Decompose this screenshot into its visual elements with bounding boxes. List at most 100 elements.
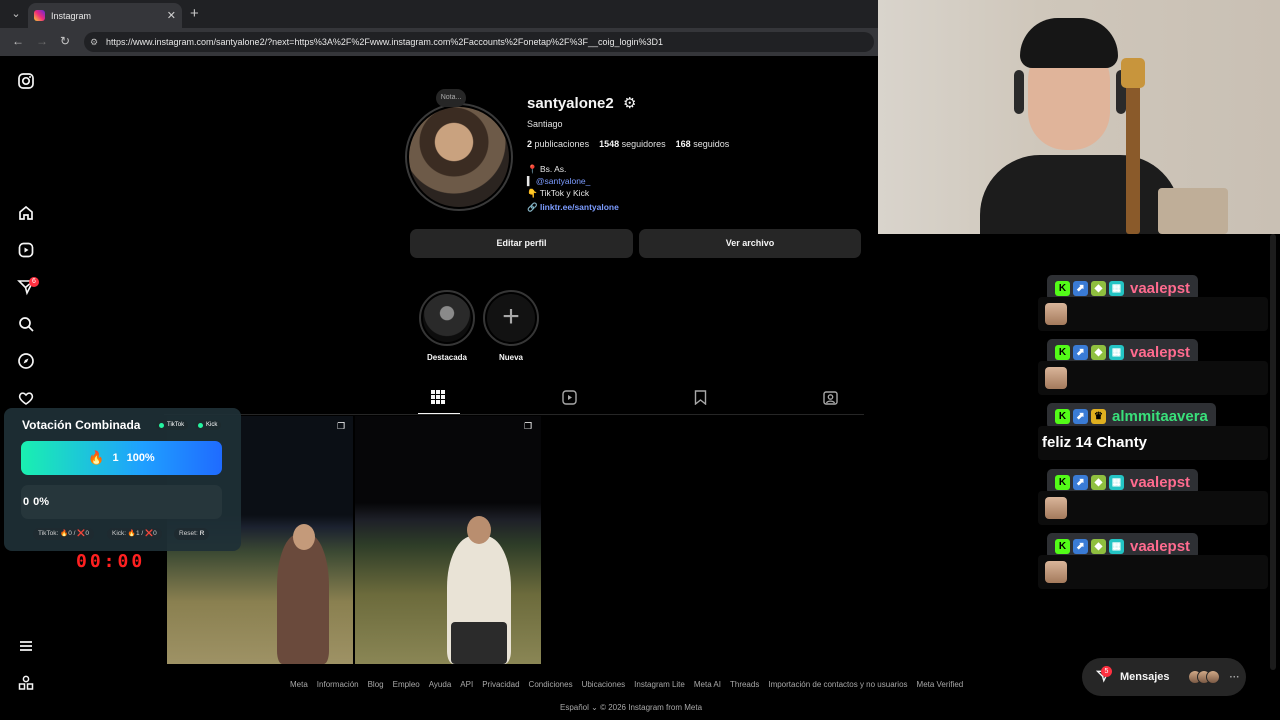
sub-badge-icon: ⬈ [1073,408,1088,424]
footer-link[interactable]: Información [317,680,359,689]
bio-line-platforms: 👇 TikTok y Kick [527,188,590,198]
followers-stat[interactable]: 1548 seguidores [599,139,666,149]
posts-grid-tab-icon[interactable] [431,390,445,408]
search-icon[interactable] [16,315,36,335]
kick-badge-icon: K [1055,538,1070,554]
footer-link[interactable]: Meta AI [694,680,721,689]
kick-badge-icon: K [1055,474,1070,490]
gift-badge-icon: ◆ [1091,280,1106,296]
post-person-head [467,516,491,544]
chat-username[interactable]: vaalepst [1130,280,1190,297]
footer-link[interactable]: Empleo [393,680,420,689]
footer-link[interactable]: Threads [730,680,759,689]
chat-message [1038,361,1268,395]
vote-no-percent: 0% [33,496,50,508]
footer-link[interactable]: Privacidad [482,680,519,689]
footer-link[interactable]: Condiciones [529,680,573,689]
view-archive-button[interactable]: Ver archivo [639,229,861,258]
emote-icon [1045,561,1067,583]
tagged-tab-icon[interactable] [823,390,838,409]
active-tab-indicator [418,413,460,414]
profile-avatar[interactable] [409,107,509,207]
home-icon[interactable] [16,204,36,224]
explore-compass-icon[interactable] [16,352,36,372]
vote-no-count: 0 [23,496,30,508]
chat-message-text: feliz 14 Chanty [1042,434,1148,451]
carousel-icon: ❐ [524,421,533,431]
profile-stats: 2 publicaciones 1548 seguidores 168 segu… [527,139,729,149]
settings-gear-icon[interactable]: ⚙ [623,94,636,112]
sub-badge-icon: ⬈ [1073,538,1088,554]
sub-badge-icon: ⬈ [1073,280,1088,296]
streamer-hair [1020,18,1118,68]
reload-icon[interactable]: ↻ [60,34,70,48]
footer-link[interactable]: API [460,680,473,689]
emote-icon [1045,497,1067,519]
forward-arrow-icon[interactable]: → [36,34,48,48]
instagram-logo-icon[interactable] [16,72,36,92]
live-dot-icon [159,422,164,428]
chat-message [1038,297,1268,331]
chat-username[interactable]: almmitaavera [1112,408,1208,425]
url-field[interactable]: https://www.instagram.com/santyalone2/?n… [84,32,874,52]
chat-scrollbar[interactable] [1270,234,1276,670]
tab-close-icon[interactable]: ✕ [167,9,176,22]
vote-kick-stats: Kick: 🔥1 / ❌0 [107,528,162,540]
highlight-label: Nueva [498,353,523,362]
following-stat[interactable]: 168 seguidos [676,139,730,149]
bio-line-mention[interactable]: ▍ @santyalone_ [527,176,590,187]
kick-pill: Kick [195,420,222,430]
instagram-favicon-icon [34,10,45,21]
language-select[interactable]: Español [560,703,589,712]
notifications-heart-icon[interactable] [16,389,36,409]
crown-badge-icon: ♛ [1091,408,1106,424]
gift-badge-icon: ◆ [1091,474,1106,490]
mod-badge-icon: ▦ [1109,538,1124,554]
messages-label: Mensajes [1120,671,1170,683]
gift-badge-icon: ◆ [1091,344,1106,360]
sub-badge-icon: ⬈ [1073,344,1088,360]
footer-link[interactable]: Ubicaciones [582,680,626,689]
note-bubble[interactable]: Nota... [436,89,466,107]
back-arrow-icon[interactable]: ← [12,34,24,48]
profile-link[interactable]: 🔗 linktr.ee/santyalone [527,202,619,213]
bio-line-location: 📍 Bs. As. [527,164,567,174]
footer-link[interactable]: Importación de contactos y no usuarios [768,680,907,689]
edit-profile-button[interactable]: Editar perfil [410,229,633,258]
streamer-shirt [980,155,1180,234]
new-tab-button[interactable]: + [190,5,199,22]
post-thumbnail[interactable] [355,416,541,664]
footer-copyright: Español ⌄ © 2026 Instagram from Meta [560,703,702,712]
more-menu-icon[interactable] [16,637,36,657]
background-poster [1158,188,1228,234]
chat-username[interactable]: vaalepst [1130,474,1190,491]
tab-list-chevron-icon[interactable]: ⌄ [8,6,24,22]
vote-bar-no: 0 0% [21,485,222,519]
meta-apps-icon[interactable] [16,674,36,694]
webcam-overlay [878,0,1280,234]
tiktok-pill: TikTok [156,420,189,430]
highlight-label: Destacada [426,353,468,362]
tab-title: Instagram [51,10,92,21]
footer-link[interactable]: Meta Verified [917,680,964,689]
new-highlight-button[interactable]: + [483,290,539,346]
reels-icon[interactable] [16,241,36,261]
notification-badge: 6 [29,277,39,287]
footer-link[interactable]: Ayuda [429,680,452,689]
vote-title: Votación Combinada [22,418,141,432]
messages-pill-button[interactable]: Mensajes ··· [1082,658,1246,696]
chat-message: feliz 14 Chanty [1038,426,1268,460]
chat-username[interactable]: vaalepst [1130,538,1190,555]
browser-tab[interactable]: Instagram ✕ [28,3,182,28]
profile-username: santyalone2 [527,95,614,112]
footer-link[interactable]: Meta [290,680,308,689]
highlight-destacada[interactable] [419,290,475,346]
kick-badge-icon: K [1055,408,1070,424]
footer-link[interactable]: Instagram Lite [634,680,685,689]
saved-tab-icon[interactable] [694,390,707,409]
reels-tab-icon[interactable] [562,390,577,409]
chat-username[interactable]: vaalepst [1130,344,1190,361]
avatar [1205,670,1220,684]
site-info-icon[interactable]: ⚙ [90,37,98,48]
footer-link[interactable]: Blog [368,680,384,689]
